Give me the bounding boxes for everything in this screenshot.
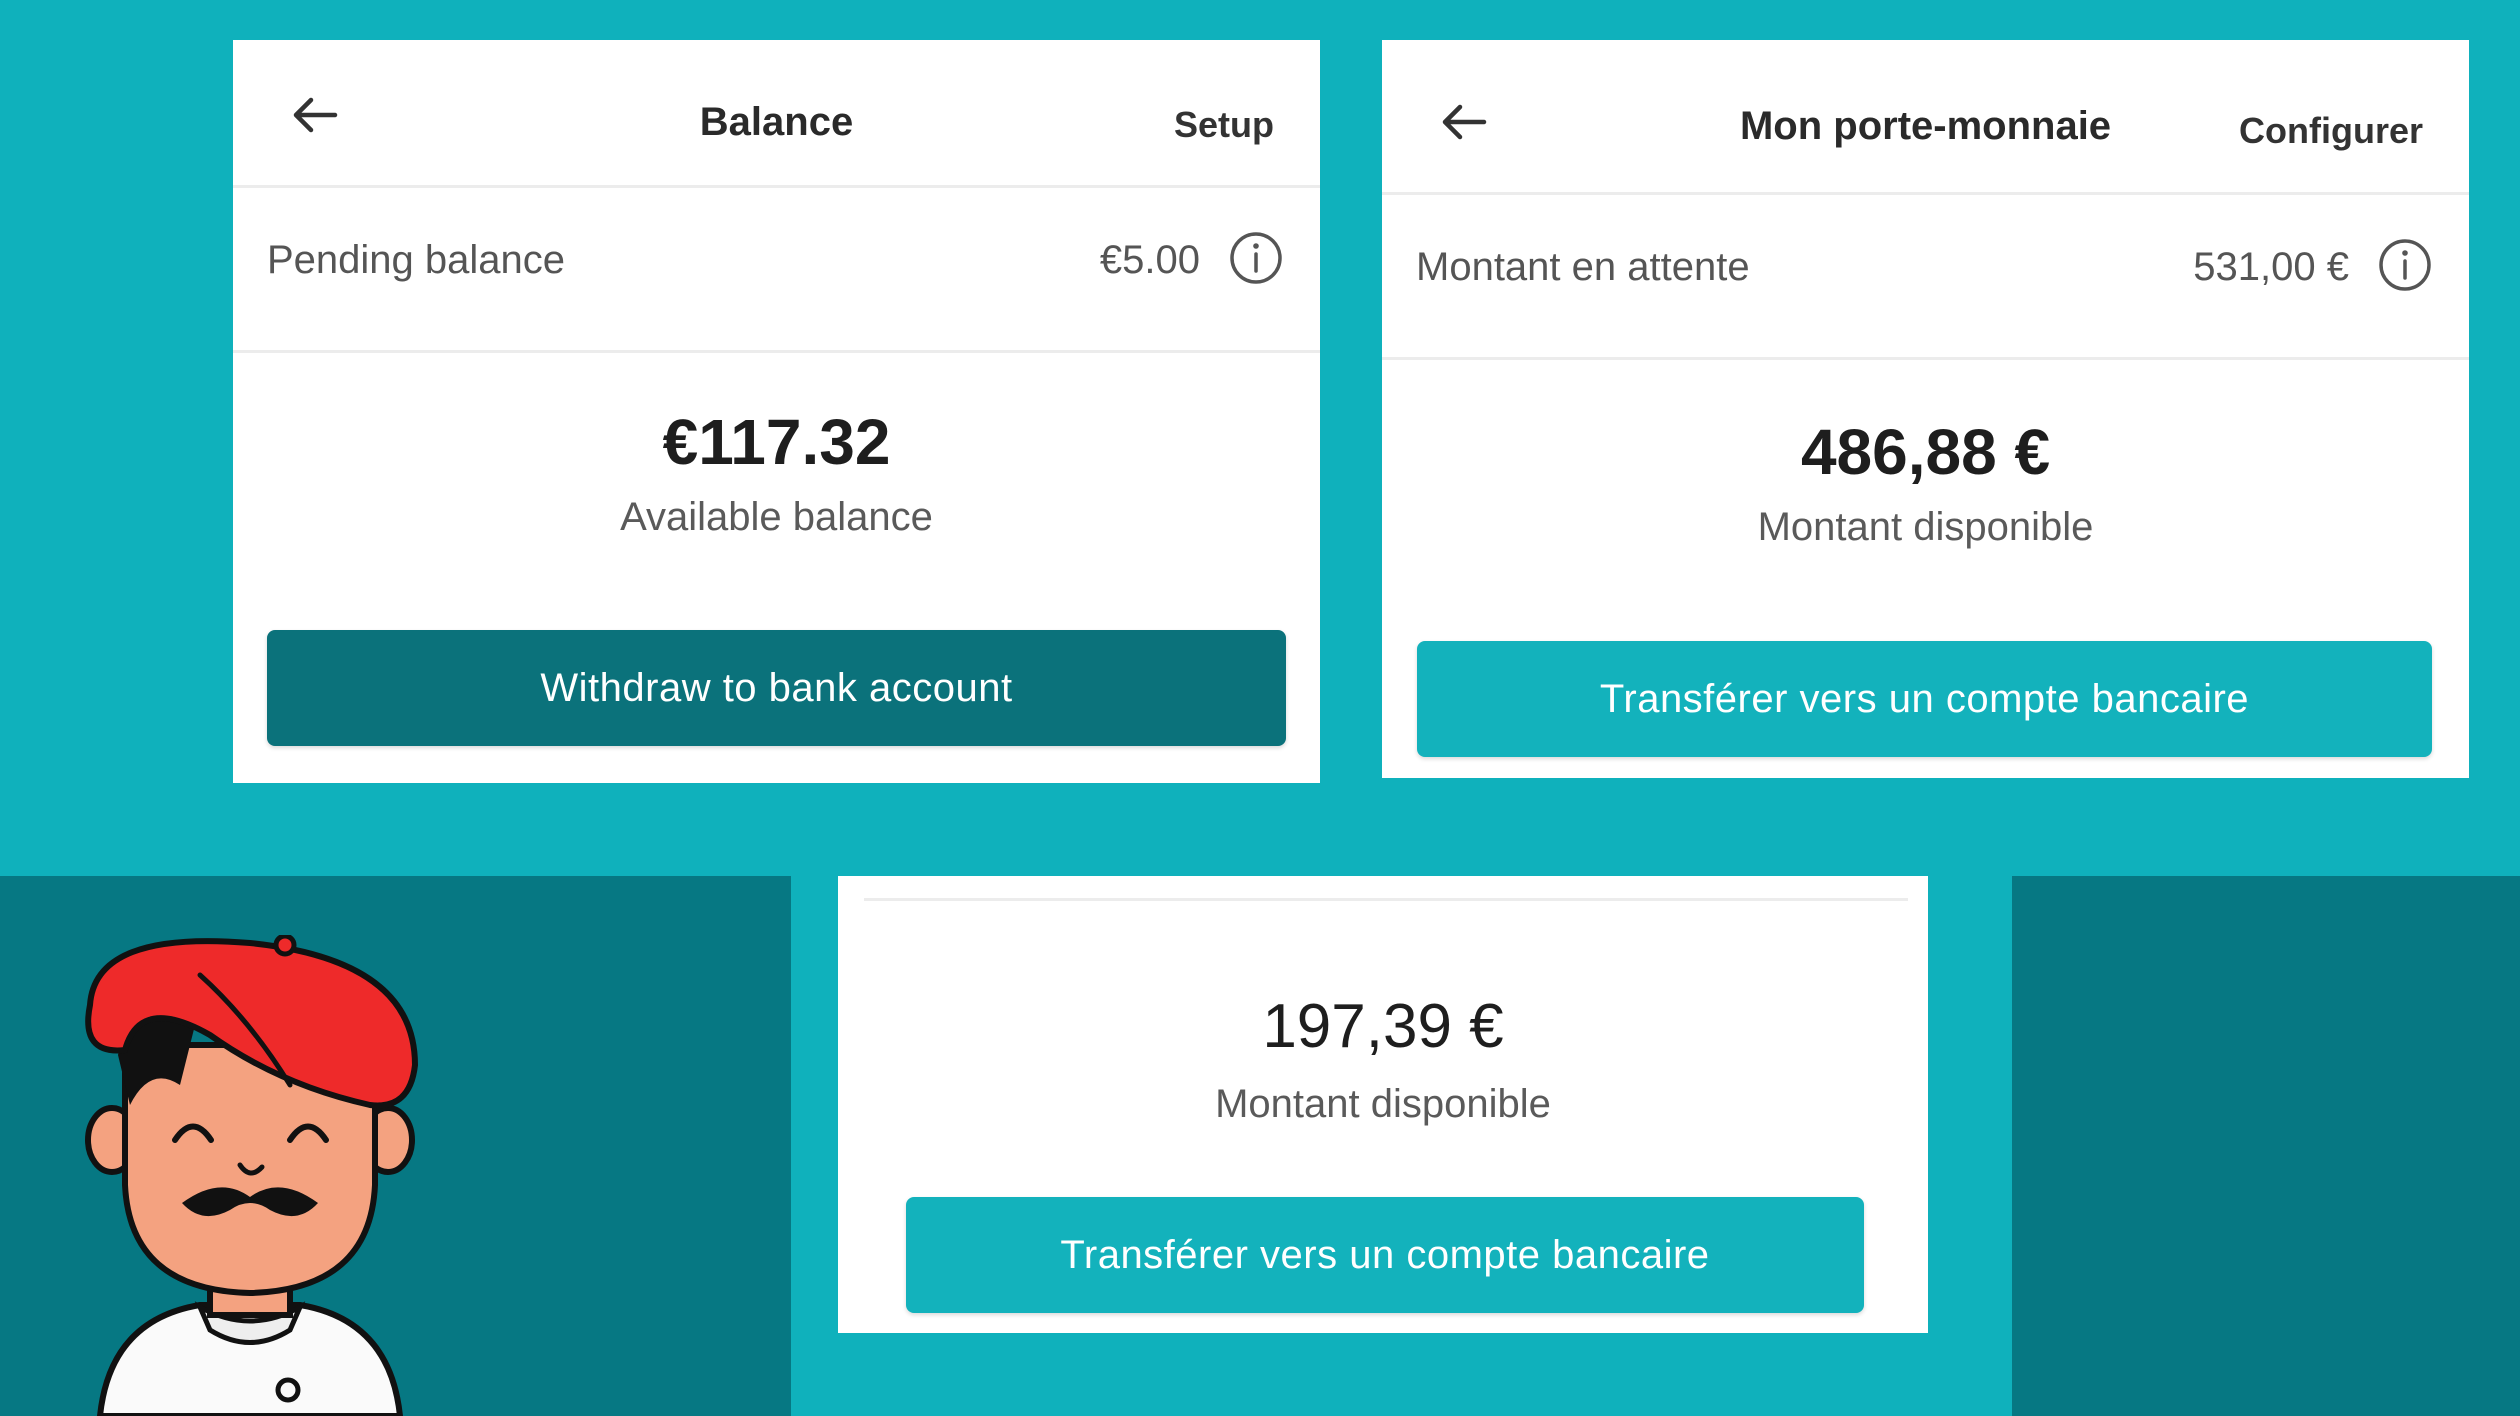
pending-balance-row: Montant en attente 531,00 € [1382,195,2469,360]
transfer-button[interactable]: Transférer vers un compte bancaire [1417,641,2432,757]
page-title: Balance [699,100,854,144]
withdraw-button[interactable]: Withdraw to bank account [267,630,1286,746]
setup-button[interactable]: Setup [1174,104,1274,146]
transfer-button[interactable]: Transférer vers un compte bancaire [906,1197,1864,1313]
pending-balance-label: Pending balance [267,238,566,282]
available-balance-label: Montant disponible [1757,505,2094,549]
info-icon[interactable] [1228,230,1284,286]
bottom-band-right [2012,876,2520,1416]
pending-balance-label: Montant en attente [1416,245,1750,289]
card-header: Mon porte-monnaie Configurer [1382,40,2469,195]
pending-balance-value: €5.00 [1099,238,1200,282]
available-balance-amount: 486,88 € [1800,416,2051,488]
balance-card-cropped: 197,39 € Montant disponible Transférer v… [838,876,1928,1333]
pending-balance-value: 531,00 € [2193,245,2349,289]
configure-button[interactable]: Configurer [2239,110,2423,152]
balance-card-english: Balance Setup Pending balance €5.00 €117… [233,40,1320,783]
available-balance-amount: €117.32 [662,406,891,478]
available-balance-amount: 197,39 € [1262,992,1504,1061]
card-header: Balance Setup [233,40,1320,188]
divider [864,898,1908,901]
pending-balance-row: Pending balance €5.00 [233,188,1320,353]
info-icon[interactable] [2377,237,2433,293]
available-balance-label: Montant disponible [1215,1082,1551,1126]
chef-illustration [85,935,419,1416]
balance-card-french: Mon porte-monnaie Configurer Montant en … [1382,40,2469,778]
available-balance-label: Available balance [620,495,933,539]
